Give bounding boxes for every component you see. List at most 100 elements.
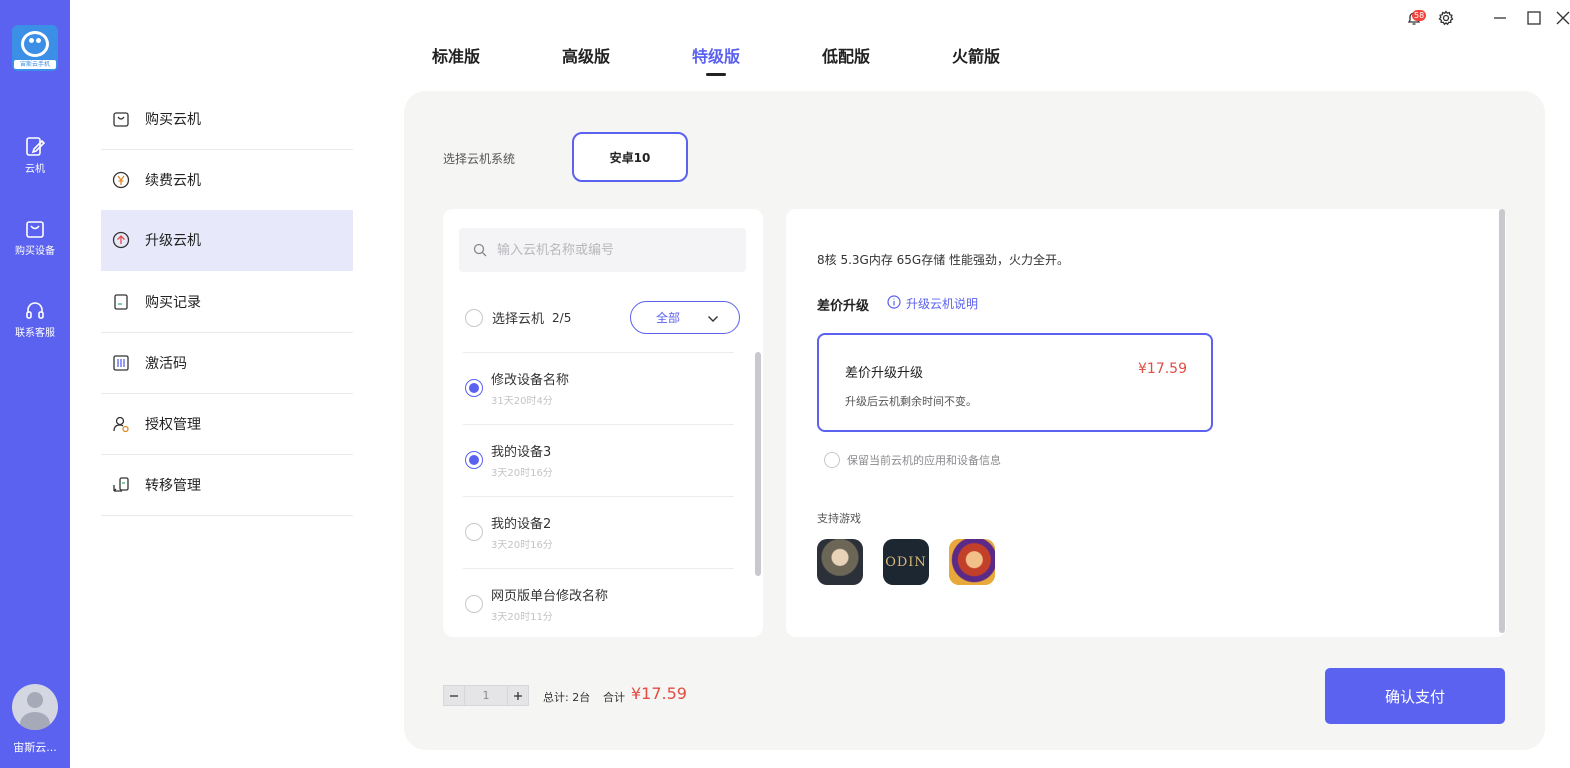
search-input[interactable] — [497, 242, 737, 258]
left-rail: 宙斯云手机 云机 购买设备 联系客服 宙斯云... — [0, 0, 70, 768]
info-icon — [887, 295, 901, 312]
device-row[interactable]: 修改设备名称 31天20时4分 — [465, 352, 735, 423]
menu-item-authorization[interactable]: 授权管理 — [101, 394, 353, 455]
active-tab-indicator — [706, 73, 726, 76]
menu-item-transfer[interactable]: 转移管理 — [101, 455, 353, 516]
device-row[interactable]: 我的设备2 3天20时16分 — [465, 496, 735, 567]
menu-item-label: 续费云机 — [145, 173, 201, 189]
total-device-count: 总计: 2台 — [543, 691, 591, 704]
plan-tabs: 标准版 高级版 特级版 低配版 火箭版 — [383, 0, 1183, 90]
plus-icon — [514, 691, 522, 700]
tab-rocket[interactable]: 火箭版 — [952, 43, 1000, 67]
content-area: 标准版 高级版 特级版 低配版 火箭版 58 选择云机系统 安卓10 输入云机名… — [383, 0, 1570, 768]
tab-advanced[interactable]: 高级版 — [562, 43, 610, 67]
odin-game-icon[interactable]: ODIN — [883, 539, 929, 585]
close-button[interactable] — [1556, 6, 1570, 30]
device-row[interactable]: 我的设备3 3天20时16分 — [465, 424, 735, 495]
hero-game-icon[interactable] — [949, 539, 995, 585]
notification-button[interactable]: 58 — [1400, 6, 1428, 30]
detail-scrollbar[interactable] — [1499, 209, 1505, 633]
maximize-button[interactable] — [1522, 6, 1546, 30]
user-name: 宙斯云... — [13, 741, 57, 754]
device-radio[interactable] — [465, 379, 483, 397]
avatar[interactable] — [12, 684, 58, 730]
menu-item-activation-code[interactable]: 激活码 — [101, 333, 353, 394]
rail-item-cloud-phone[interactable]: 云机 — [0, 136, 70, 175]
quantity-stepper: 1 — [443, 685, 529, 706]
menu-item-label: 激活码 — [145, 356, 187, 372]
rail-item-buy-device[interactable]: 购买设备 — [0, 218, 70, 257]
headset-icon — [26, 302, 44, 319]
increment-button[interactable] — [507, 685, 529, 706]
device-name: 网页版单台修改名称 — [491, 589, 609, 604]
select-all-label: 选择云机 — [492, 312, 545, 327]
sum-label: 合计 — [603, 691, 625, 704]
games-label: 支持游戏 — [817, 512, 861, 525]
maximize-icon — [1527, 11, 1541, 25]
menu-item-upgrade[interactable]: 升级云机 — [101, 210, 353, 271]
confirm-pay-button[interactable]: 确认支付 — [1325, 668, 1505, 724]
minimize-button[interactable] — [1488, 6, 1512, 30]
search-icon — [473, 243, 487, 257]
app-logo[interactable]: 宙斯云手机 — [12, 25, 58, 71]
sum-value: ¥17.59 — [631, 684, 687, 703]
device-row[interactable]: 网页版单台修改名称 3天20时11分 — [465, 568, 735, 637]
upgrade-explain-link[interactable]: 升级云机说明 — [887, 295, 978, 312]
option-title: 差价升级升级 — [845, 366, 924, 381]
tab-standard[interactable]: 标准版 — [432, 43, 480, 67]
device-radio[interactable] — [465, 451, 483, 469]
transfer-icon — [111, 475, 131, 495]
keep-data-option[interactable]: 保留当前云机的应用和设备信息 — [817, 452, 1001, 468]
device-list-scrollbar[interactable] — [755, 352, 761, 576]
settings-button[interactable] — [1434, 6, 1458, 30]
tab-premium[interactable]: 特级版 — [692, 43, 740, 67]
section-title: 差价升级 — [817, 299, 870, 314]
gear-icon — [1438, 10, 1454, 26]
menu-item-label: 购买云机 — [145, 112, 201, 128]
rail-item-support[interactable]: 联系客服 — [0, 300, 70, 339]
cloud-phone-icon — [26, 137, 46, 156]
option-desc: 升级后云机剩余时间不变。 — [845, 395, 977, 408]
device-remaining-time: 3天20时16分 — [491, 468, 553, 479]
device-radio[interactable] — [465, 523, 483, 541]
keep-data-label: 保留当前云机的应用和设备信息 — [847, 454, 1001, 467]
menu-item-label: 授权管理 — [145, 417, 201, 433]
side-menu: 购买云机 续费云机 升级云机 购买记录 激活码 授权管理 转移管理 — [70, 0, 383, 768]
decrement-button[interactable] — [443, 685, 465, 706]
device-name: 我的设备3 — [491, 445, 552, 460]
barcode-icon — [111, 353, 131, 373]
select-all-row[interactable]: 选择云机 2/5 — [465, 308, 571, 327]
logo-text: 宙斯云手机 — [14, 60, 56, 69]
device-remaining-time: 3天20时11分 — [491, 612, 553, 623]
upgrade-option[interactable]: 差价升级升级 ¥17.59 升级后云机剩余时间不变。 — [817, 333, 1213, 432]
rail-item-label: 联系客服 — [15, 328, 55, 339]
user-lock-icon — [111, 414, 131, 434]
selected-count: 2/5 — [552, 310, 572, 325]
chevron-down-icon — [708, 316, 718, 322]
device-radio[interactable] — [465, 595, 483, 613]
plan-detail-card: 8核 5.3G内存 65G存储 性能强劲，火力全开。 差价升级 升级云机说明 差… — [786, 209, 1506, 637]
device-name: 修改设备名称 — [491, 373, 570, 388]
notification-badge: 58 — [1412, 10, 1427, 21]
filter-value: 全部 — [656, 311, 681, 325]
quantity-value[interactable]: 1 — [465, 685, 507, 706]
os-label: 选择云机系统 — [443, 152, 516, 166]
device-name: 我的设备2 — [491, 517, 552, 532]
supported-games: ODIN — [817, 539, 995, 585]
shopping-bag-icon — [111, 109, 131, 129]
menu-item-records[interactable]: 购买记录 — [101, 272, 353, 333]
minimize-icon — [1494, 17, 1506, 19]
rail-item-label: 云机 — [25, 164, 45, 175]
upgrade-panel: 选择云机系统 安卓10 选择云机 2/5 全部 修改设备名称 31天20时4分 — [404, 91, 1545, 750]
filter-dropdown[interactable]: 全部 — [630, 301, 740, 334]
menu-item-renew[interactable]: 续费云机 — [101, 150, 353, 211]
shopping-bag-icon — [26, 221, 44, 238]
tab-basic[interactable]: 低配版 — [822, 43, 870, 67]
select-all-radio[interactable] — [465, 308, 483, 327]
keep-data-radio[interactable] — [824, 452, 840, 468]
menu-item-buy[interactable]: 购买云机 — [101, 89, 353, 150]
os-option-android10[interactable]: 安卓10 — [572, 132, 688, 182]
soldier-game-icon[interactable] — [817, 539, 863, 585]
search-box[interactable] — [459, 228, 746, 272]
option-price: ¥17.59 — [1138, 361, 1187, 377]
